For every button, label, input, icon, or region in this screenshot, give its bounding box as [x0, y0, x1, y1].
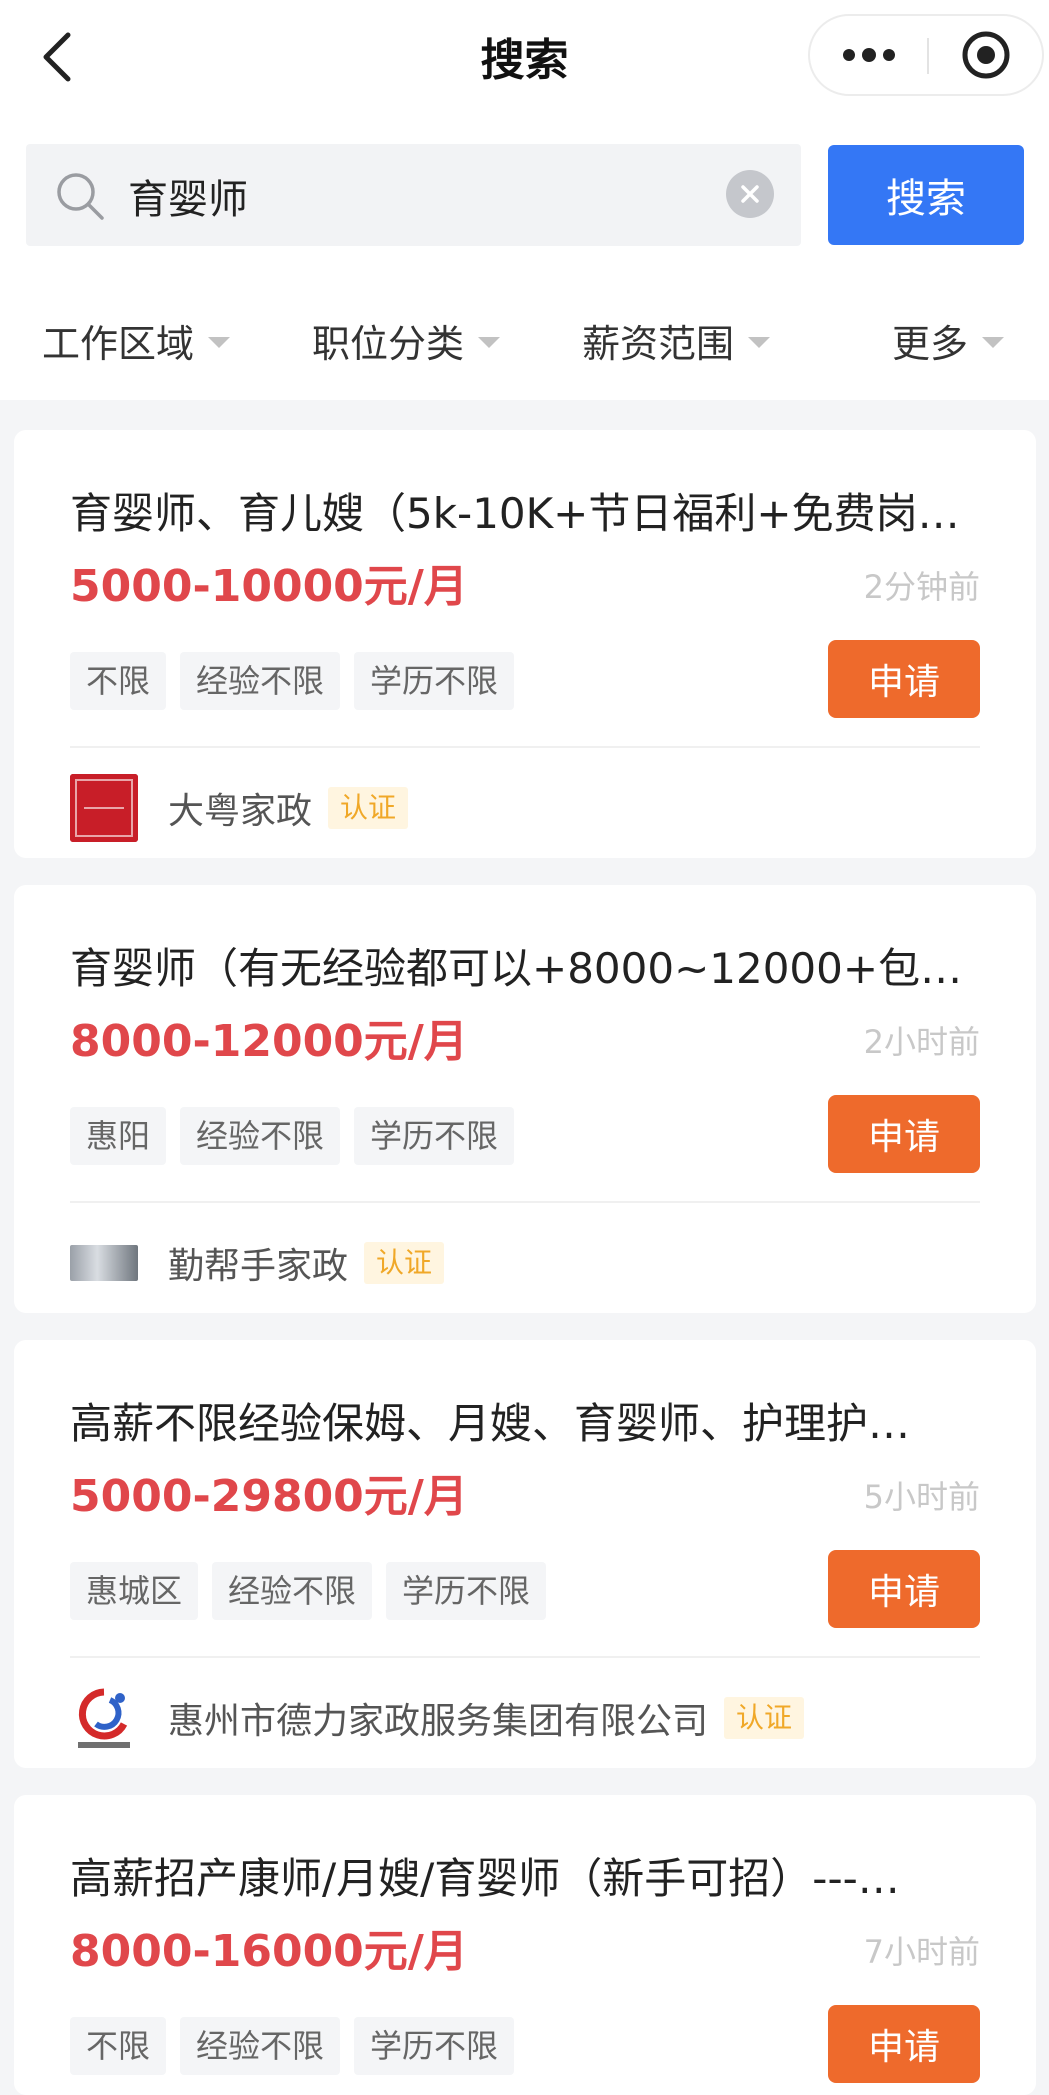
- clear-icon[interactable]: [726, 170, 774, 218]
- filter-work-area[interactable]: 工作区域: [42, 300, 231, 380]
- job-tags: 不限 经验不限 学历不限: [70, 652, 515, 710]
- company-logo: [70, 1684, 138, 1752]
- verified-badge: 认证: [364, 1242, 445, 1284]
- job-title: 育婴师、育儿嫂（5k-10K+节日福利+免费岗…: [70, 489, 960, 538]
- filter-label: 薪资范围: [582, 321, 735, 366]
- search-icon: [57, 173, 104, 220]
- caret-down-icon: [982, 336, 1005, 348]
- job-salary: 8000-12000元/月: [70, 1016, 468, 1067]
- divider: [70, 1201, 980, 1203]
- company-row[interactable]: 惠州市德力家政服务集团有限公司 认证: [70, 1678, 805, 1758]
- tag: 不限: [70, 652, 167, 710]
- tag: 学历不限: [354, 2017, 515, 2075]
- nav-bar: 搜索: [0, 0, 1049, 110]
- tag: 惠阳: [70, 1107, 167, 1165]
- tag: 学历不限: [386, 1562, 547, 1620]
- tag: 经验不限: [180, 652, 341, 710]
- search-box: [26, 144, 801, 246]
- tag: 经验不限: [180, 2017, 341, 2075]
- post-time: 2分钟前: [863, 568, 980, 606]
- job-card[interactable]: 育婴师、育儿嫂（5k-10K+节日福利+免费岗… 5000-10000元/月 2…: [14, 430, 1036, 858]
- apply-button[interactable]: 申请: [828, 640, 980, 718]
- filter-label: 更多: [892, 321, 969, 366]
- caret-down-icon: [208, 336, 231, 348]
- mini-program-capsule: [808, 14, 1044, 96]
- job-title: 育婴师（有无经验都可以+8000~12000+包…: [70, 944, 963, 993]
- filter-bar: 工作区域 职位分类 薪资范围 更多: [0, 300, 1049, 380]
- tag: 经验不限: [180, 1107, 341, 1165]
- company-row[interactable]: 大粤家政 认证: [70, 768, 409, 848]
- x-icon: [741, 185, 759, 203]
- tag: 学历不限: [354, 652, 515, 710]
- job-title: 高薪不限经验保姆、月嫂、育婴师、护理护…: [70, 1399, 911, 1448]
- job-card[interactable]: 高薪招产康师/月嫂/育婴师（新手可招）---… 8000-16000元/月 7小…: [14, 1795, 1036, 2095]
- verified-badge: 认证: [328, 787, 409, 829]
- job-tags: 不限 经验不限 学历不限: [70, 2017, 515, 2075]
- job-salary: 5000-10000元/月: [70, 561, 468, 612]
- company-name: 大粤家政: [168, 791, 313, 832]
- filter-label: 职位分类: [312, 321, 465, 366]
- tag: 经验不限: [212, 1562, 373, 1620]
- search-button[interactable]: 搜索: [828, 145, 1024, 245]
- target-close-icon: [962, 31, 1009, 79]
- filter-job-category[interactable]: 职位分类: [312, 300, 501, 380]
- company-logo-graphic: [70, 774, 138, 842]
- caret-down-icon: [478, 336, 501, 348]
- tag: 不限: [70, 2017, 167, 2075]
- company-name: 惠州市德力家政服务集团有限公司: [168, 1701, 709, 1742]
- search-input[interactable]: [126, 158, 730, 234]
- apply-button[interactable]: 申请: [828, 1550, 980, 1628]
- company-name: 勤帮手家政: [168, 1246, 349, 1287]
- more-button[interactable]: [810, 16, 927, 94]
- company-row[interactable]: 勤帮手家政 认证: [70, 1223, 445, 1303]
- post-time: 2小时前: [863, 1023, 980, 1061]
- tag: 惠城区: [70, 1562, 199, 1620]
- company-logo-image: [70, 1245, 138, 1281]
- job-salary: 5000-29800元/月: [70, 1471, 468, 1522]
- filter-more[interactable]: 更多: [892, 300, 1005, 380]
- header-area: 搜索 育婴师 搜索 工作区域 职位分类 薪资范围 更多: [0, 0, 1049, 400]
- apply-button[interactable]: 申请: [828, 1095, 980, 1173]
- post-time: 7小时前: [863, 1933, 980, 1971]
- job-card[interactable]: 育婴师（有无经验都可以+8000~12000+包… 8000-12000元/月 …: [14, 885, 1036, 1313]
- company-logo-graphic: [78, 1688, 130, 1748]
- company-logo: [70, 774, 138, 842]
- divider: [70, 1656, 980, 1658]
- divider: [70, 746, 980, 748]
- job-tags: 惠阳 经验不限 学历不限: [70, 1107, 515, 1165]
- job-title: 高薪招产康师/月嫂/育婴师（新手可招）---…: [70, 1854, 900, 1903]
- job-salary: 8000-16000元/月: [70, 1926, 468, 1977]
- tag: 学历不限: [354, 1107, 515, 1165]
- job-card[interactable]: 高薪不限经验保姆、月嫂、育婴师、护理护… 5000-29800元/月 5小时前 …: [14, 1340, 1036, 1768]
- job-tags: 惠城区 经验不限 学历不限: [70, 1562, 547, 1620]
- apply-button[interactable]: 申请: [828, 2005, 980, 2083]
- caret-down-icon: [748, 336, 771, 348]
- company-logo: [70, 1229, 138, 1297]
- post-time: 5小时前: [863, 1478, 980, 1516]
- verified-badge: 认证: [724, 1697, 805, 1739]
- filter-label: 工作区域: [42, 321, 195, 366]
- more-dots-icon: [842, 48, 895, 62]
- filter-salary-range[interactable]: 薪资范围: [582, 300, 771, 380]
- close-mini-program-button[interactable]: [929, 16, 1042, 94]
